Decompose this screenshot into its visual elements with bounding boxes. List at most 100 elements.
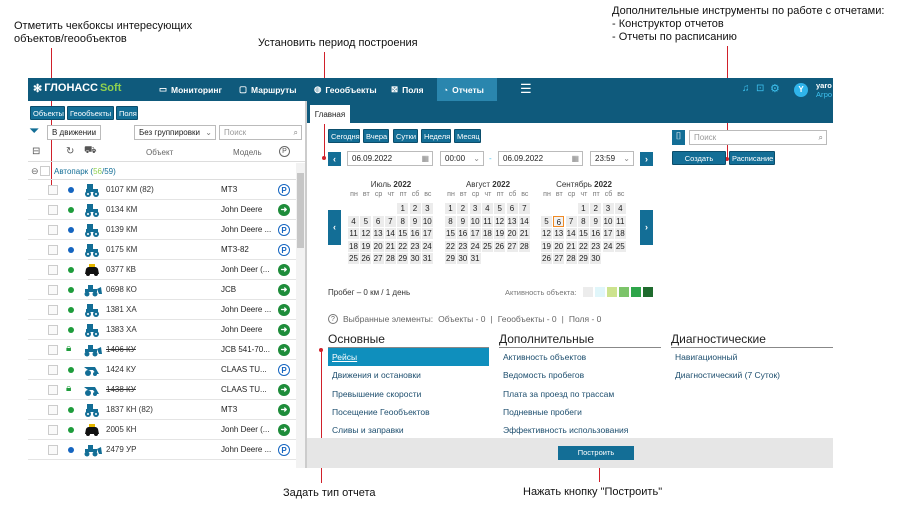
calendar-day[interactable]: 3: [469, 203, 481, 214]
nav-monitoring[interactable]: ▭ Мониторинг: [153, 78, 228, 101]
calendar-day[interactable]: 16: [409, 228, 421, 239]
next-period-button[interactable]: ›: [640, 152, 653, 166]
calendar-day[interactable]: 27: [506, 240, 518, 252]
report-item[interactable]: Подневные пробеги: [499, 403, 659, 421]
object-checkbox[interactable]: [48, 325, 58, 335]
calendar-day[interactable]: 14: [518, 215, 530, 227]
report-item[interactable]: Движения и остановки: [328, 366, 488, 384]
column-model[interactable]: Модель: [233, 148, 262, 157]
calendar-day[interactable]: 6: [372, 215, 384, 227]
calendar-day[interactable]: 25: [348, 253, 359, 264]
object-row[interactable]: 2005 КН Jonh Deer (... ➜: [28, 420, 296, 440]
calendar-day[interactable]: 31: [469, 253, 481, 264]
calendar-day[interactable]: 10: [602, 215, 614, 227]
help-icon[interactable]: ?: [328, 314, 338, 324]
calendar-day[interactable]: 22: [577, 240, 589, 252]
object-row[interactable]: 2479 УР John Deere ... P: [28, 440, 296, 460]
calendar-day[interactable]: 25: [481, 240, 493, 252]
calendar-day[interactable]: 3: [421, 203, 433, 214]
object-checkbox[interactable]: [48, 405, 58, 415]
calendar-day[interactable]: 23: [409, 240, 421, 252]
calendar-day[interactable]: 19: [541, 240, 552, 252]
object-checkbox[interactable]: [48, 185, 58, 195]
avatar[interactable]: Y: [794, 83, 808, 97]
calendar-day[interactable]: 30: [409, 253, 421, 264]
calendar-day[interactable]: 23: [590, 240, 602, 252]
create-report-button[interactable]: Создать отчет: [672, 151, 726, 177]
quick-period-button[interactable]: Неделя: [421, 129, 451, 143]
object-checkbox[interactable]: [48, 265, 58, 275]
object-row[interactable]: 0377 КВ Jonh Deer (... ➜: [28, 260, 296, 280]
calendar-day[interactable]: 7: [565, 215, 577, 227]
quick-period-button[interactable]: Сегодня: [328, 129, 360, 143]
object-row[interactable]: 1837 КН (82) МТЗ ➜: [28, 400, 296, 420]
group-row[interactable]: ⊖ Автопарк (56/59): [28, 163, 296, 180]
bell-icon[interactable]: ♫: [742, 83, 750, 94]
date-to-input[interactable]: 06.09.2022 ▦: [498, 151, 583, 166]
calendar-day[interactable]: 2: [590, 203, 602, 214]
nav-fields[interactable]: ⊠ Поля: [385, 78, 430, 101]
quick-period-button[interactable]: Месяц: [454, 129, 481, 143]
column-object[interactable]: Объект: [146, 148, 173, 157]
calendar-day[interactable]: 2: [457, 203, 469, 214]
calendar-day[interactable]: 9: [457, 215, 469, 227]
calendar-day[interactable]: 18: [614, 228, 626, 239]
report-item[interactable]: Ведомость пробегов: [499, 366, 659, 384]
calendar-day[interactable]: 29: [577, 253, 589, 264]
calendar-prev-button[interactable]: ‹: [328, 210, 341, 245]
gear-icon[interactable]: ⚙: [770, 82, 780, 95]
nav-reports[interactable]: ◔ Отчеты: [437, 78, 497, 101]
calendar-day[interactable]: 5: [494, 203, 506, 214]
object-checkbox[interactable]: [48, 345, 58, 355]
calendar-day[interactable]: 1: [577, 203, 589, 214]
calendar-day[interactable]: 28: [565, 253, 577, 264]
calendar-day[interactable]: 14: [384, 228, 396, 239]
vehicle-icon[interactable]: ⛟: [84, 145, 97, 158]
object-checkbox[interactable]: [48, 305, 58, 315]
report-item[interactable]: Навигационный: [671, 348, 831, 366]
calendar-day[interactable]: 29: [397, 253, 409, 264]
calendar-day[interactable]: 20: [372, 240, 384, 252]
calendar-day[interactable]: 30: [457, 253, 469, 264]
calendar-day[interactable]: 26: [494, 240, 506, 252]
grouping-select[interactable]: Без группировки ⌄: [134, 125, 216, 140]
bookmark-icon[interactable]: ⌷: [672, 130, 685, 145]
scrollbar[interactable]: [296, 163, 305, 468]
object-row[interactable]: 0134 КМ John Deere ➜: [28, 200, 296, 220]
calendar-day[interactable]: 30: [590, 253, 602, 264]
quick-period-button[interactable]: Сутки: [393, 129, 418, 143]
calendar-day[interactable]: 17: [469, 228, 481, 239]
calendar-day[interactable]: 7: [518, 203, 530, 214]
calendar-day[interactable]: 19: [360, 240, 372, 252]
report-item[interactable]: Сливы и заправки: [328, 421, 488, 439]
calendar-day[interactable]: 31: [421, 253, 433, 264]
object-row[interactable]: 1383 ХА John Deere ➜: [28, 320, 296, 340]
refresh-icon[interactable]: ↻: [66, 146, 74, 157]
object-row[interactable]: 0139 КМ John Deere ... P: [28, 220, 296, 240]
calendar-day[interactable]: 17: [602, 228, 614, 239]
object-checkbox[interactable]: [48, 245, 58, 255]
object-row[interactable]: 1381 ХА John Deere ... ➜: [28, 300, 296, 320]
calendar-day[interactable]: 16: [590, 228, 602, 239]
calendar-day[interactable]: 13: [553, 228, 565, 239]
calendar-day-selected[interactable]: 6: [553, 215, 565, 227]
calendar-day[interactable]: 14: [565, 228, 577, 239]
calendar-day[interactable]: 22: [445, 240, 456, 252]
calendar-next-button[interactable]: ›: [640, 210, 653, 245]
calendar-icon[interactable]: ▦: [421, 152, 429, 165]
calendar-day[interactable]: 27: [553, 253, 565, 264]
object-row[interactable]: 0107 КМ (82) МТЗ P: [28, 180, 296, 200]
calendar-day[interactable]: 9: [409, 215, 421, 227]
calendar-day[interactable]: 24: [469, 240, 481, 252]
calendar-day[interactable]: 4: [614, 203, 626, 214]
report-item[interactable]: Эффективность использования: [499, 421, 659, 439]
calendar-day[interactable]: 8: [577, 215, 589, 227]
terminal-icon[interactable]: ⊡: [756, 83, 764, 94]
calendar-day[interactable]: 5: [360, 215, 372, 227]
schedule-button[interactable]: Расписание: [729, 151, 775, 165]
tab-objects[interactable]: Объекты: [30, 106, 65, 120]
tab-fields[interactable]: Поля: [116, 106, 138, 120]
nav-geoobjects[interactable]: ◍ Геообъекты: [308, 78, 383, 101]
calendar-day[interactable]: 4: [481, 203, 493, 214]
build-button[interactable]: Построить: [558, 446, 634, 460]
